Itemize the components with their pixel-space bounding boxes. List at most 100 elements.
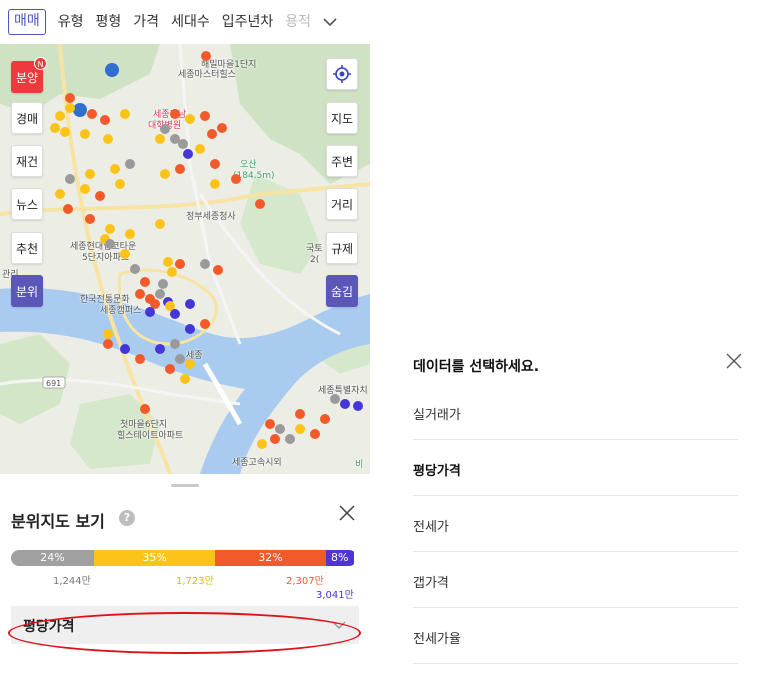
map-marker[interactable] [183,149,193,159]
map-marker[interactable] [65,174,75,184]
map-marker[interactable] [115,179,125,189]
distance-button[interactable]: 거리 [326,188,358,220]
filter-chip-price[interactable]: 가격 [127,10,165,34]
map-marker[interactable] [103,134,113,144]
map-marker[interactable] [140,277,150,287]
map-marker[interactable] [167,267,177,277]
drag-handle[interactable] [171,484,199,487]
map-marker[interactable] [175,259,185,269]
map-marker[interactable] [140,404,150,414]
map-marker[interactable] [135,354,145,364]
map-view[interactable]: 해밀마을1단지 세종마스터힐스 세종충남 대학병원 오산 (184.5m) 정부… [0,44,370,474]
map-marker[interactable] [155,219,165,229]
map-marker[interactable] [275,424,285,434]
filter-chip-size[interactable]: 평형 [90,10,128,34]
map-marker[interactable] [257,439,267,449]
option-gap-price[interactable]: 갭가격 [413,552,738,608]
map-marker[interactable] [103,339,113,349]
map-marker[interactable] [95,191,105,201]
map-marker[interactable] [163,257,173,267]
map-marker[interactable] [255,199,265,209]
map-marker[interactable] [285,434,295,444]
map-marker[interactable] [340,399,350,409]
help-icon[interactable]: ? [119,510,135,526]
map-marker[interactable] [85,214,95,224]
map-marker[interactable] [175,164,185,174]
map-marker[interactable] [63,204,73,214]
map-marker[interactable] [170,109,180,119]
map-type-button[interactable]: 지도 [326,102,358,134]
map-marker[interactable] [195,144,205,154]
map-marker[interactable] [185,299,195,309]
map-marker[interactable] [55,111,65,121]
map-marker[interactable] [320,414,330,424]
map-marker[interactable] [200,319,210,329]
map-marker[interactable] [180,374,190,384]
chevron-down-icon[interactable] [321,13,339,31]
map-marker[interactable] [145,307,155,317]
map-marker[interactable] [200,111,210,121]
map-marker[interactable] [185,114,195,124]
nearby-button[interactable]: 주변 [326,145,358,177]
filter-chip-trade[interactable]: 매매 [8,9,46,35]
presale-button[interactable]: 분양 N [11,57,47,93]
locate-button[interactable] [326,58,358,90]
filter-chip-move-in-year[interactable]: 입주년차 [216,10,280,34]
map-marker[interactable] [87,109,97,119]
map-marker[interactable] [120,109,130,119]
quantile-button[interactable]: 분위 [11,275,43,307]
news-button[interactable]: 뉴스 [11,188,43,220]
map-marker[interactable] [185,324,195,334]
map-marker[interactable] [155,134,165,144]
map-marker[interactable] [185,359,195,369]
map-marker[interactable] [120,249,130,259]
map-marker[interactable] [105,224,115,234]
close-icon[interactable] [336,502,358,524]
recommend-button[interactable]: 추천 [11,232,43,264]
hide-button[interactable]: 숨김 [326,275,358,307]
map-marker[interactable] [110,164,120,174]
map-marker[interactable] [125,229,135,239]
map-marker[interactable] [265,419,275,429]
option-jeonse-price[interactable]: 전세가 [413,496,738,552]
map-marker[interactable] [201,51,211,61]
map-marker[interactable] [105,239,115,249]
map-marker[interactable] [178,139,188,149]
map-marker[interactable] [65,103,75,113]
map-marker[interactable] [60,127,70,137]
map-marker[interactable] [158,279,168,289]
map-marker[interactable] [310,429,320,439]
map-marker[interactable] [330,394,340,404]
auction-button[interactable]: 경매 [11,102,43,134]
map-marker[interactable] [80,129,90,139]
map-marker[interactable] [120,344,130,354]
map-marker[interactable] [55,189,65,199]
map-marker[interactable] [175,354,185,364]
close-icon[interactable] [725,352,743,370]
map-marker[interactable] [50,123,60,133]
map-marker[interactable] [160,124,170,134]
map-marker[interactable] [135,289,145,299]
map-marker[interactable] [295,409,305,419]
option-price-per-pyeong[interactable]: 평당가격 [413,440,738,496]
map-marker[interactable] [103,329,113,339]
map-marker[interactable] [213,265,223,275]
option-jeonse-ratio[interactable]: 전세가율 [413,608,738,664]
map-marker[interactable] [170,309,180,319]
map-marker[interactable] [353,401,363,411]
map-marker[interactable] [270,434,280,444]
map-marker[interactable] [295,424,305,434]
map-marker[interactable] [200,259,210,269]
map-marker[interactable] [155,344,165,354]
map-marker[interactable] [207,129,217,139]
filter-chip-households[interactable]: 세대수 [165,10,216,34]
map-marker[interactable] [210,179,220,189]
map-marker[interactable] [125,159,135,169]
map-marker[interactable] [100,115,110,125]
filter-chip-type[interactable]: 유형 [52,10,90,34]
map-marker[interactable] [231,174,241,184]
map-marker[interactable] [165,364,175,374]
reconstruction-button[interactable]: 재건 [11,145,43,177]
option-transaction-price[interactable]: 실거래가 [413,384,738,440]
map-marker[interactable] [170,339,180,349]
